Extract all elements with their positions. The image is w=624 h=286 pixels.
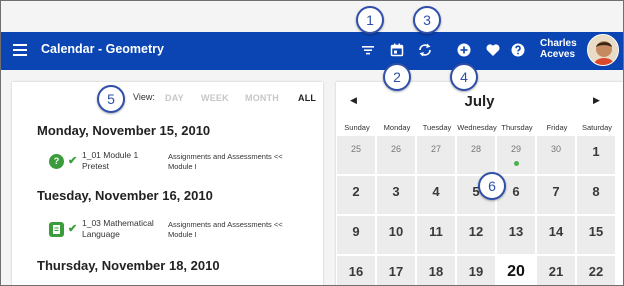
user-name[interactable]: Charles Aceves	[540, 38, 577, 60]
calendar-day[interactable]: 21	[537, 256, 575, 285]
check-icon: ✔	[68, 223, 78, 235]
document-glyph	[53, 225, 60, 234]
avatar[interactable]	[587, 34, 619, 66]
callout-3: 3	[413, 6, 441, 34]
weekday-label: Saturday	[581, 123, 613, 132]
view-day-tab[interactable]: DAY	[165, 93, 184, 103]
weekday-label: Tuesday	[422, 123, 452, 132]
calendar-day[interactable]: 15	[577, 216, 615, 254]
event-dot	[514, 161, 519, 166]
weekday-label: Monday	[383, 123, 411, 132]
view-all-tab[interactable]: ALL	[298, 93, 316, 103]
callout-6: 6	[478, 172, 506, 200]
calendar-day[interactable]: 12	[457, 216, 495, 254]
add-icon[interactable]	[456, 42, 472, 58]
assignment-title-link[interactable]: 1_01 Module 1 Pretest	[82, 150, 162, 172]
top-bar: Calendar - Geometry Charles Aceves	[1, 32, 623, 70]
calendar-day[interactable]: 2	[337, 176, 375, 214]
next-month-button[interactable]: ▶	[593, 95, 600, 106]
assignment-title-link[interactable]: 1_03 Mathematical Language	[82, 218, 162, 240]
question-icon: ?	[49, 154, 64, 169]
document-icon	[49, 222, 64, 237]
agenda-date-heading: Thursday, November 18, 2010	[37, 258, 220, 273]
calendar-day[interactable]: 10	[377, 216, 415, 254]
filter-icon[interactable]	[360, 42, 376, 58]
calendar-day[interactable]: 4	[417, 176, 455, 214]
calendar-day-today[interactable]: 20	[497, 256, 535, 285]
calendar-day-number: 29	[510, 144, 521, 154]
view-month-tab[interactable]: MONTH	[245, 93, 279, 103]
check-icon: ✔	[68, 155, 78, 167]
sync-icon[interactable]	[417, 42, 433, 58]
help-icon[interactable]	[510, 42, 526, 58]
month-title: July	[464, 93, 495, 110]
avatar-photo	[588, 35, 618, 65]
calendar-day[interactable]: 18	[417, 256, 455, 285]
weekday-label: Friday	[546, 123, 568, 132]
calendar-day[interactable]: 3	[377, 176, 415, 214]
calendar-day[interactable]: 30	[537, 136, 575, 174]
user-last-name: Aceves	[540, 49, 576, 60]
calendar-day[interactable]: 16	[337, 256, 375, 285]
calendar-day[interactable]: 29	[497, 136, 535, 174]
agenda-date-heading: Monday, November 15, 2010	[37, 123, 211, 138]
calendar-day[interactable]: 11	[417, 216, 455, 254]
calendar-day[interactable]: 13	[497, 216, 535, 254]
agenda-date-heading: Tuesday, November 16, 2010	[37, 188, 213, 203]
agenda-panel: View: DAY WEEK MONTH ALL Monday, Novembe…	[12, 82, 323, 285]
view-label: View:	[133, 92, 155, 102]
calendar-day[interactable]: 1	[577, 136, 615, 174]
weekday-label: Sunday	[344, 123, 370, 132]
page-title: Calendar - Geometry	[41, 42, 164, 56]
calendar-day[interactable]: 27	[417, 136, 455, 174]
menu-icon[interactable]	[13, 44, 27, 56]
calendar-day[interactable]: 26	[377, 136, 415, 174]
weekday-label: Wednesday	[457, 123, 497, 132]
view-week-tab[interactable]: WEEK	[201, 93, 229, 103]
calendar-day[interactable]: 25	[337, 136, 375, 174]
calendar-icon[interactable]	[389, 42, 405, 58]
assignment-location: Assignments and Assessments << Module I	[168, 152, 283, 171]
heart-icon[interactable]	[485, 42, 501, 58]
callout-4: 4	[450, 63, 478, 91]
calendar-day[interactable]: 22	[577, 256, 615, 285]
callout-5: 5	[97, 85, 125, 113]
calendar-day[interactable]: 28	[457, 136, 495, 174]
calendar-day[interactable]: 8	[577, 176, 615, 214]
callout-2: 2	[383, 63, 411, 91]
calendar-day[interactable]: 9	[337, 216, 375, 254]
app-frame: Calendar - Geometry Charles Aceves View:…	[0, 0, 624, 286]
calendar-day[interactable]: 17	[377, 256, 415, 285]
calendar-day[interactable]: 7	[537, 176, 575, 214]
assignment-location: Assignments and Assessments << Module I	[168, 220, 283, 239]
calendar-day[interactable]: 19	[457, 256, 495, 285]
calendar-day[interactable]: 14	[537, 216, 575, 254]
callout-1: 1	[356, 6, 384, 34]
weekday-label: Thursday	[501, 123, 533, 132]
user-first-name: Charles	[540, 38, 577, 49]
